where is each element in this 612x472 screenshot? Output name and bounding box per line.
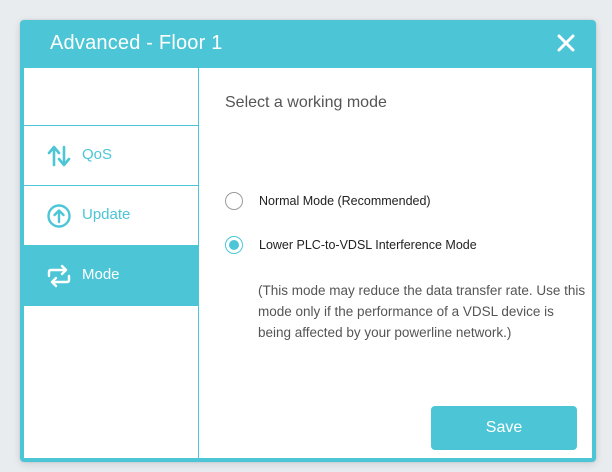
dialog-body: QoS Update Mode Select a working mode No… — [24, 68, 592, 458]
mode-description: (This mode may reduce the data transfer … — [258, 283, 586, 340]
dialog-title-bar: Advanced - Floor 1 — [20, 20, 596, 68]
sidebar-item-label: Update — [82, 206, 131, 223]
sidebar-spacer — [24, 68, 198, 126]
option-label: Lower PLC-to-VDSL Interference Mode — [259, 238, 477, 252]
close-button[interactable] — [554, 31, 578, 55]
section-title: Select a working mode — [225, 94, 387, 111]
option-normal-mode[interactable]: Normal Mode (Recommended) — [225, 192, 565, 214]
sidebar-item-label: Mode — [82, 266, 120, 283]
radio-button-selected[interactable] — [225, 236, 243, 254]
save-button[interactable]: Save — [431, 406, 577, 450]
mode-panel: Select a working mode Normal Mode (Recom… — [199, 68, 592, 458]
sidebar: QoS Update Mode — [24, 68, 199, 458]
mode-swap-icon — [47, 264, 71, 288]
dialog-title: Advanced - Floor 1 — [50, 32, 223, 54]
option-lower-interference-mode[interactable]: Lower PLC-to-VDSL Interference Mode — [225, 236, 565, 258]
sidebar-item-qos[interactable]: QoS — [24, 126, 198, 186]
radio-dot — [229, 240, 239, 250]
close-icon — [557, 34, 575, 52]
sidebar-item-mode[interactable]: Mode — [24, 246, 198, 306]
sidebar-item-update[interactable]: Update — [24, 186, 198, 246]
radio-button[interactable] — [225, 192, 243, 210]
option-label: Normal Mode (Recommended) — [259, 194, 431, 208]
page-background: Advanced - Floor 1 QoS Update Mode Selec… — [0, 0, 612, 472]
qos-arrows-icon — [47, 145, 71, 167]
update-arrow-circle-icon — [47, 204, 71, 228]
advanced-dialog: Advanced - Floor 1 QoS Update Mode Selec… — [20, 20, 596, 462]
sidebar-item-label: QoS — [82, 146, 113, 163]
